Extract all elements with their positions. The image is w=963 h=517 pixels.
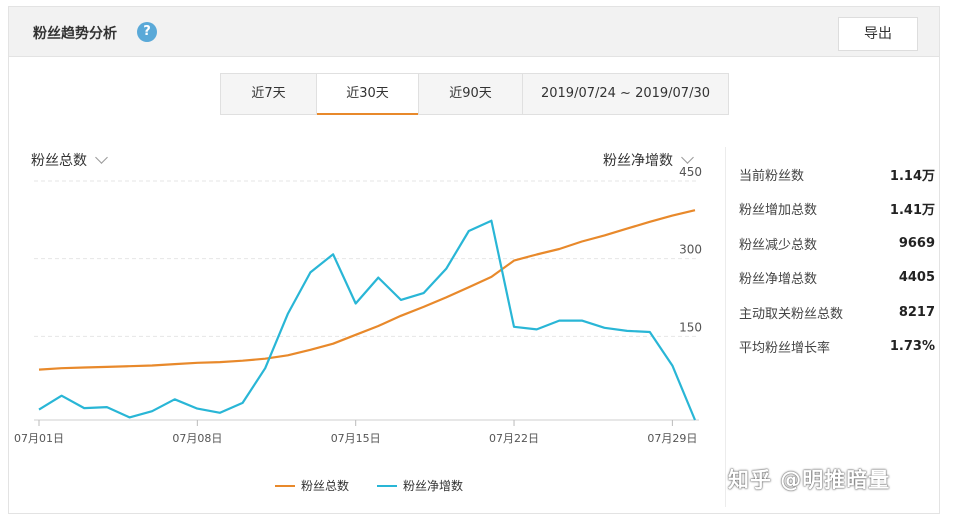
x-tick-label: 07月01日 [14,432,64,445]
y-tick-label: 450 [679,165,702,179]
x-tick-label: 07月29日 [647,432,697,445]
fans-trend-chart: 150 300 450 07月01日 07月08日 07月15日 07月22日 07月29日 [14,165,702,445]
stats-list: 当前粉丝数 1.14万 粉丝增加总数 1.41万 粉丝减少总数 9669 粉丝净… [739,157,935,364]
y-tick-label: 300 [679,243,702,257]
stat-value: 9669 [898,235,935,251]
stat-value: 1.41万 [889,203,935,219]
panel-divider [725,147,726,507]
chart-axes: 150 300 450 07月01日 07月08日 07月15日 07月22日 07月29日 [14,165,702,445]
stat-label: 粉丝减少总数 [739,237,818,253]
stat-label: 平均粉丝增长率 [739,341,831,357]
x-tick-label: 07月15日 [331,432,381,445]
legend-label-net: 粉丝净增数 [403,479,464,493]
stat-value: 8217 [898,304,935,320]
chart-grid [34,180,699,337]
x-tick-label: 07月22日 [489,432,539,445]
legend-item-total[interactable]: 粉丝总数 [275,477,349,494]
x-tick-label: 07月08日 [172,432,222,445]
stat-value: 4405 [898,270,935,286]
stat-unfollows: 主动取关粉丝总数 8217 [739,295,935,330]
stat-value: 1.73% [889,339,935,355]
stat-fans-added: 粉丝增加总数 1.41万 [739,192,935,227]
stat-fans-lost: 粉丝减少总数 9669 [739,226,935,261]
stat-label: 当前粉丝数 [739,168,805,184]
legend-item-net[interactable]: 粉丝净增数 [377,477,463,494]
series-line-net [38,219,697,421]
export-button[interactable]: 导出 [838,17,918,51]
stat-label: 粉丝增加总数 [739,203,818,219]
legend-swatch-total [275,484,295,487]
y-tick-label: 150 [679,320,702,334]
fans-trend-panel: 粉丝趋势分析 ? 导出 近7天 近30天 近90天 2019/07/24 ~ 2… [8,6,940,514]
stat-net-gain: 粉丝净增总数 4405 [739,261,935,296]
stat-label: 主动取关粉丝总数 [739,306,844,322]
stat-current-fans: 当前粉丝数 1.14万 [739,157,935,192]
legend-label-total: 粉丝总数 [301,479,350,493]
legend-swatch-net [377,484,397,487]
stat-label: 粉丝净增总数 [739,272,818,288]
chart-series [38,209,697,421]
stat-value: 1.14万 [889,168,935,184]
watermark: 知乎 @明推暗量 [728,468,891,492]
stat-growth-rate: 平均粉丝增长率 1.73% [739,330,935,365]
